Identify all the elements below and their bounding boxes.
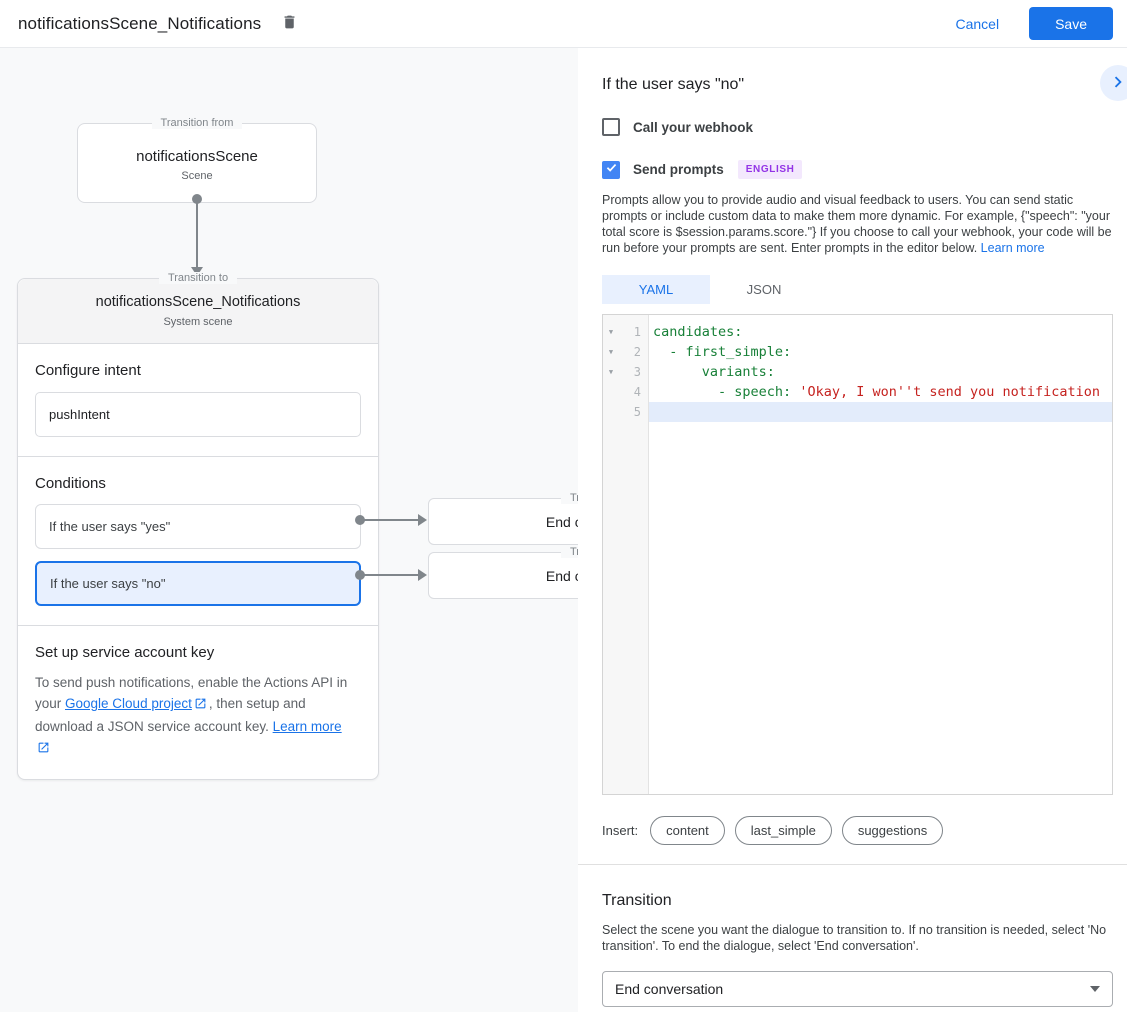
to-scene-name: notificationsScene_Notifications (18, 294, 378, 310)
end-node-label: End conversation (546, 514, 578, 530)
line-number: 5 (619, 405, 648, 419)
scene-flow-canvas: Transition from notificationsScene Scene… (0, 48, 578, 1012)
yaml-key: - speech: (653, 384, 799, 400)
transition-heading: Transition (602, 892, 1113, 910)
connector-line (364, 519, 418, 521)
prompts-learn-more-link[interactable]: Learn more (981, 241, 1045, 255)
connector-line (364, 574, 418, 576)
end-node-legend: Transition to (429, 546, 578, 558)
section-divider (578, 864, 1127, 865)
insert-chip-content[interactable]: content (650, 816, 725, 845)
tab-yaml[interactable]: YAML (602, 275, 710, 304)
fold-arrow-icon[interactable]: ▼ (603, 368, 619, 376)
language-badge: ENGLISH (738, 160, 803, 179)
condition-item-no[interactable]: If the user says "no" (35, 561, 361, 606)
intent-item[interactable]: pushIntent (35, 392, 361, 437)
send-prompts-checkbox[interactable] (602, 161, 620, 179)
fold-arrow-icon[interactable]: ▼ (603, 348, 619, 356)
external-link-icon (194, 695, 207, 716)
to-scene-type: System scene (18, 316, 378, 328)
call-webhook-checkbox[interactable] (602, 118, 620, 136)
checkmark-icon (605, 161, 618, 179)
connector-dot (355, 515, 365, 525)
condition-item-yes[interactable]: If the user says "yes" (35, 504, 361, 549)
transition-select[interactable]: End conversation (602, 971, 1113, 1007)
cancel-button[interactable]: Cancel (955, 16, 999, 32)
conditions-section: Conditions If the user says "yes" If the… (18, 457, 378, 626)
connector-arrowhead (191, 267, 203, 276)
tab-json[interactable]: JSON (710, 275, 818, 304)
code-line-3: variants: (649, 362, 1112, 382)
panel-title: If the user says "no" (602, 76, 744, 94)
yaml-key: candidates: (653, 324, 742, 340)
insert-row: Insert: content last_simple suggestions (602, 816, 1113, 845)
configure-intent-section: Configure intent pushIntent (18, 344, 378, 457)
call-webhook-label: Call your webhook (633, 120, 753, 135)
save-button[interactable]: Save (1029, 7, 1113, 40)
top-bar: notificationsScene_Notifications Cancel … (0, 0, 1127, 48)
condition-detail-panel: If the user says "no" Call your webhook (578, 48, 1127, 1012)
yaml-key: variants: (653, 364, 775, 380)
service-account-section: Set up service account key To send push … (18, 626, 378, 779)
yaml-string: 'Okay, I won''t send you notification (799, 384, 1100, 400)
trash-icon (281, 13, 298, 34)
from-scene-name: notificationsScene (78, 148, 316, 165)
line-number: 4 (619, 385, 648, 399)
service-account-text: To send push notifications, enable the A… (35, 672, 361, 760)
connector-dot (355, 570, 365, 580)
line-number: 2 (619, 345, 648, 359)
page-title: notificationsScene_Notifications (18, 14, 261, 34)
google-cloud-project-link[interactable]: Google Cloud project (65, 696, 192, 711)
line-number: 1 (619, 325, 648, 339)
transition-description: Select the scene you want the dialogue t… (602, 922, 1113, 954)
to-scene-header[interactable]: notificationsScene_Notifications System … (18, 279, 378, 344)
connector-arrowhead (418, 569, 427, 581)
service-account-heading: Set up service account key (35, 644, 361, 661)
transition-to-node: Transition to notificationsScene_Notific… (17, 278, 379, 780)
webhook-row: Call your webhook (602, 118, 1113, 136)
transition-select-value: End conversation (615, 981, 723, 997)
prompts-description: Prompts allow you to provide audio and v… (602, 192, 1113, 256)
editor-gutter: ▼1 ▼2 ▼3 4 5 (603, 315, 649, 794)
yaml-key: - first_simple: (653, 344, 791, 360)
scene-editor-app: notificationsScene_Notifications Cancel … (0, 0, 1127, 1012)
external-link-icon (37, 739, 50, 760)
code-line-2: - first_simple: (649, 342, 1112, 362)
insert-chip-last-simple[interactable]: last_simple (735, 816, 832, 845)
prompt-code-editor[interactable]: ▼1 ▼2 ▼3 4 5 candidates: - first_simple:… (602, 314, 1113, 795)
connector-line (196, 201, 198, 267)
configure-intent-heading: Configure intent (35, 362, 361, 379)
send-prompts-label: Send prompts (633, 162, 724, 177)
dropdown-caret-icon (1090, 986, 1100, 992)
code-line-1: candidates: (649, 322, 1112, 342)
connector-dot (192, 194, 202, 204)
end-node-legend: Transition to (429, 492, 578, 504)
transition-from-node[interactable]: Transition from notificationsScene Scene (77, 123, 317, 203)
insert-chip-suggestions[interactable]: suggestions (842, 816, 943, 845)
learn-more-link[interactable]: Learn more (273, 719, 342, 734)
editor-code-area[interactable]: candidates: - first_simple: variants: - … (649, 315, 1112, 794)
end-conversation-node-yes[interactable]: Transition to End conversation (428, 498, 578, 545)
panel-title-row: If the user says "no" (602, 48, 1113, 94)
from-scene-type: Scene (78, 170, 316, 182)
prompts-row: Send prompts ENGLISH (602, 160, 1113, 179)
insert-label: Insert: (602, 823, 638, 838)
editor-format-tabs: YAML JSON (602, 275, 1113, 304)
collapse-panel-button[interactable] (1100, 65, 1127, 101)
conditions-heading: Conditions (35, 475, 361, 492)
end-conversation-node-no[interactable]: Transition to End conversation (428, 552, 578, 599)
line-number: 3 (619, 365, 648, 379)
fold-arrow-icon[interactable]: ▼ (603, 328, 619, 336)
chevron-right-icon (1107, 71, 1127, 96)
end-node-label: End conversation (546, 568, 578, 584)
code-line-5-active (649, 402, 1112, 422)
transition-from-legend: Transition from (78, 117, 316, 129)
connector-arrowhead (418, 514, 427, 526)
delete-scene-button[interactable] (281, 13, 298, 34)
code-line-4: - speech: 'Okay, I won''t send you notif… (649, 382, 1112, 402)
